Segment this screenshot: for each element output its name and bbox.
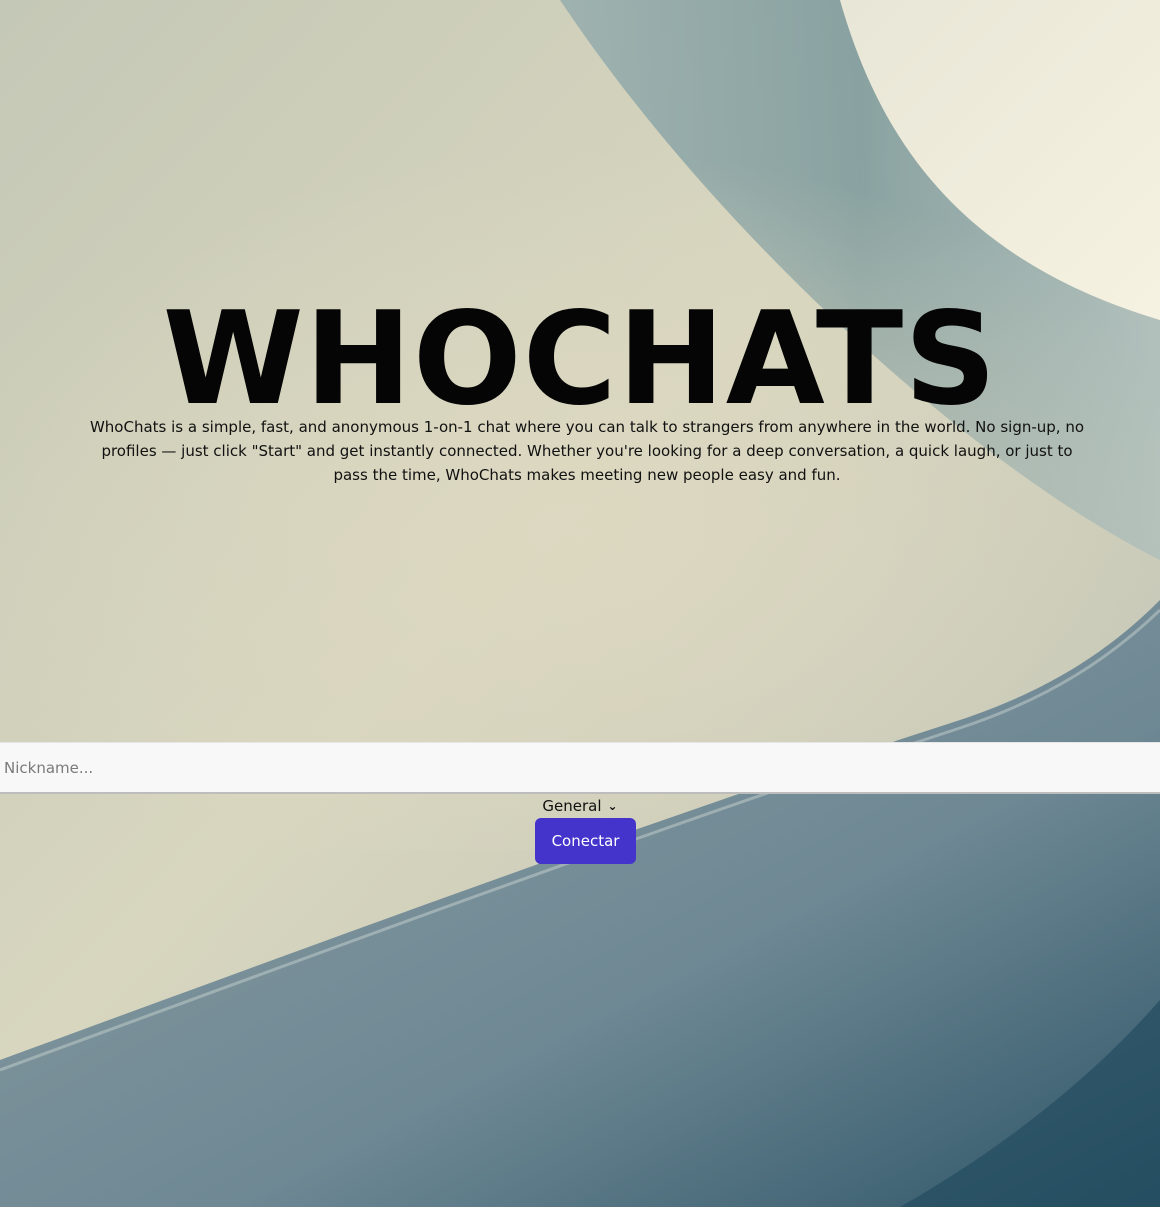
landing-page: WHOCHATS WhoChats is a simple, fast, and…: [0, 0, 1160, 1207]
connect-button[interactable]: Conectar: [535, 818, 636, 864]
room-select-value: General: [542, 797, 602, 815]
page-title: WHOCHATS: [162, 285, 998, 434]
nickname-input[interactable]: [0, 742, 1160, 794]
background-image: [0, 0, 1160, 1207]
chevron-down-icon: ⌄: [607, 799, 618, 813]
room-select[interactable]: General ⌄: [0, 796, 1160, 817]
site-description: WhoChats is a simple, fast, and anonymou…: [89, 418, 1085, 484]
